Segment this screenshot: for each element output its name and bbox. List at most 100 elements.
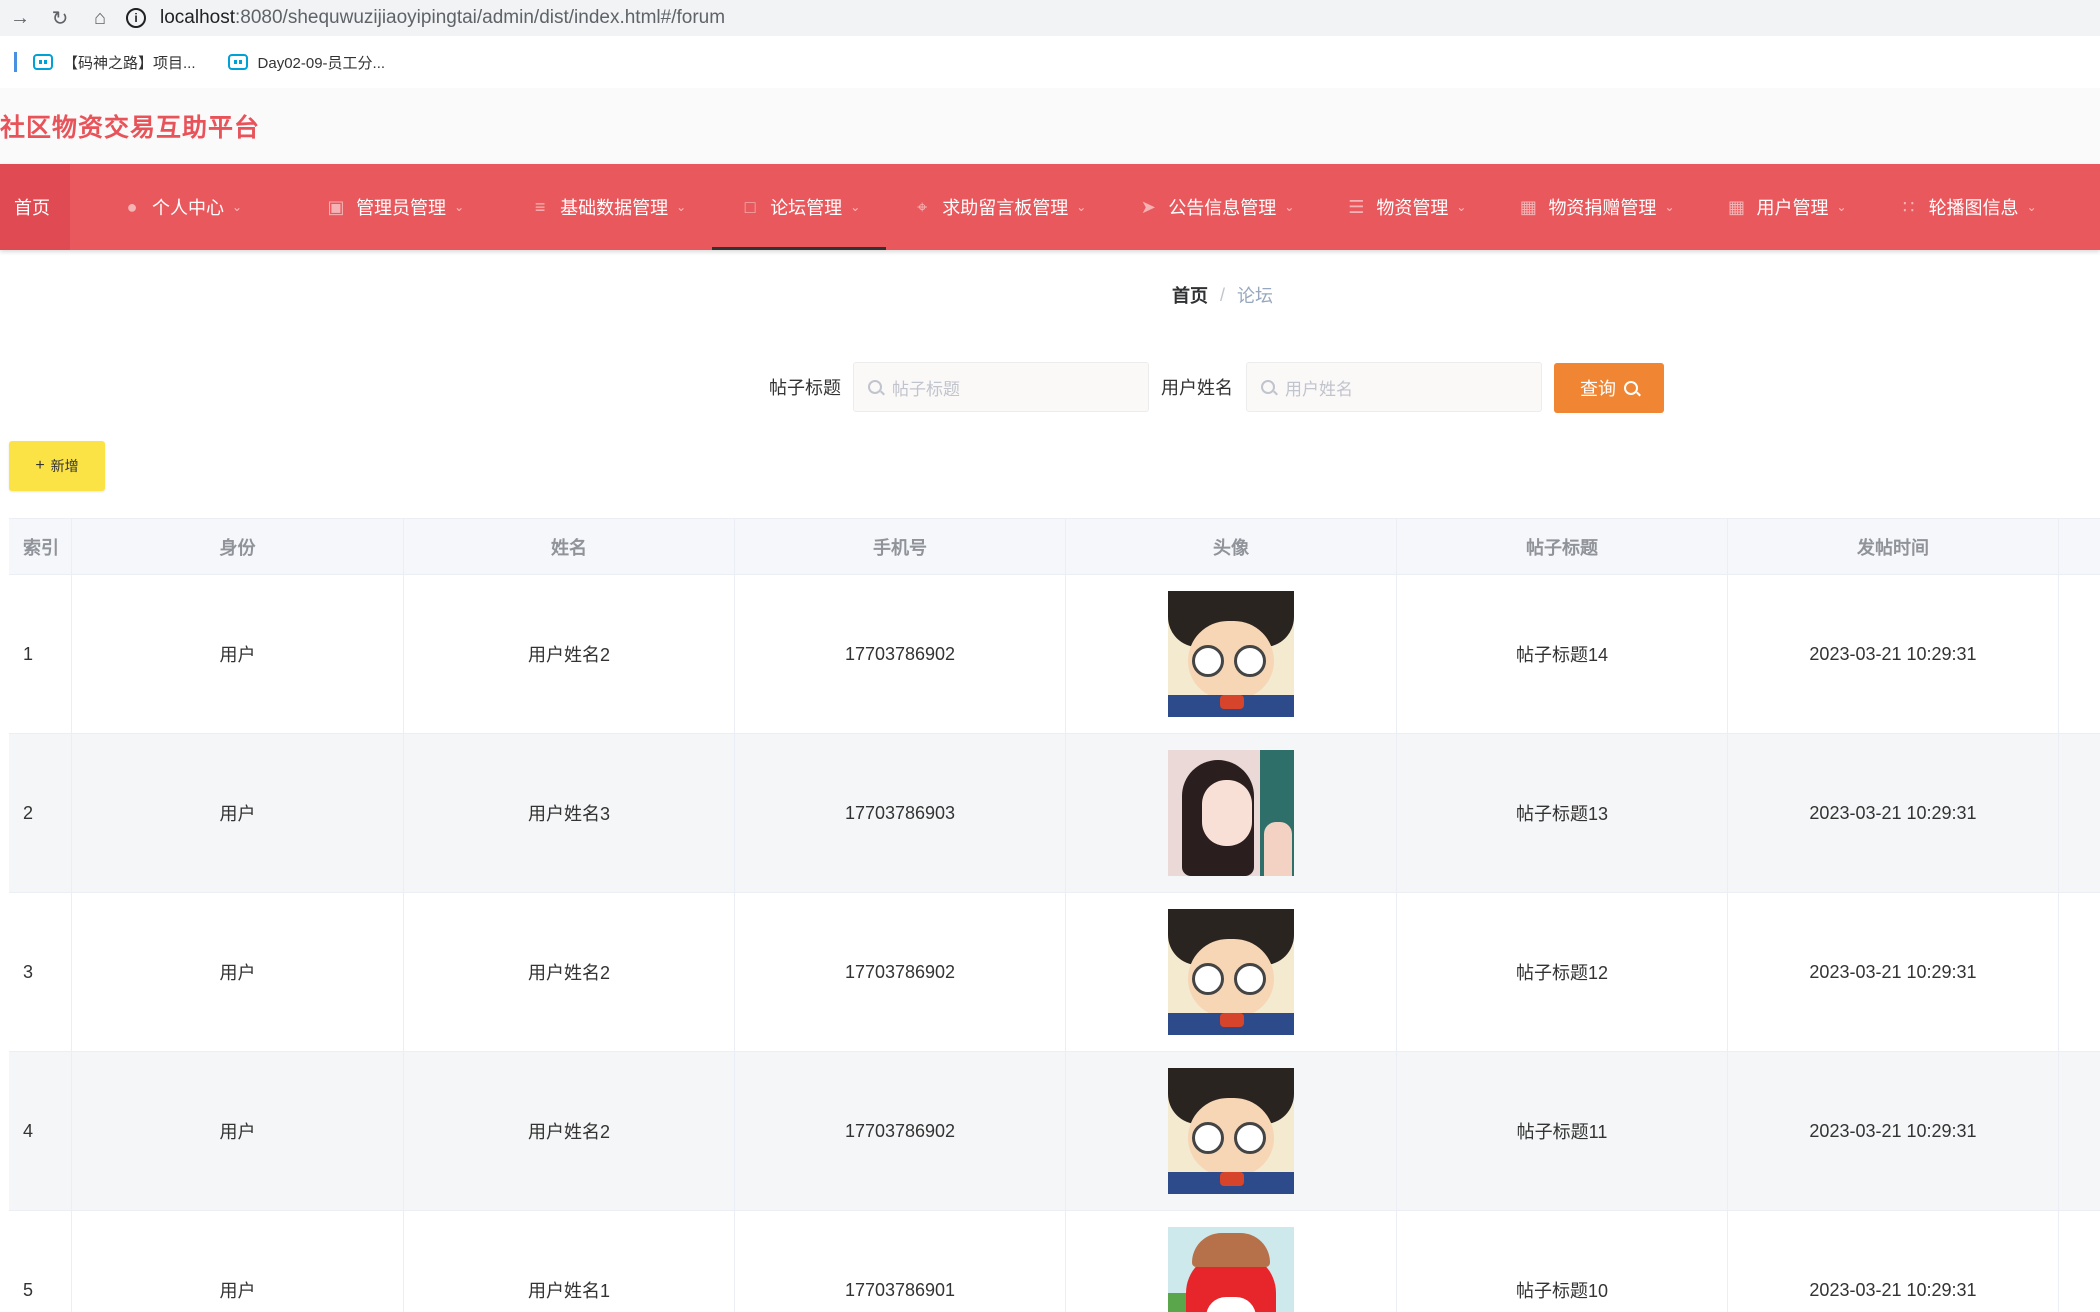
bookmark-item[interactable]: 【码神之路】项目... bbox=[33, 52, 196, 73]
search-icon bbox=[1624, 381, 1638, 395]
nav-label: 轮播图信息 bbox=[1928, 198, 2019, 218]
cell-name: 用户姓名2 bbox=[404, 1052, 735, 1210]
nav-label: 公告信息管理 bbox=[1168, 198, 1277, 218]
avatar[interactable] bbox=[1168, 591, 1294, 717]
table-row[interactable]: 2 用户 用户姓名3 17703786903 帖子标题13 2023-03-21… bbox=[9, 734, 2100, 893]
app-header: 社区物资交易互助平台 bbox=[0, 88, 2100, 164]
bookmarks-bar: 【码神之路】项目... Day02-09-员工分... bbox=[0, 36, 2100, 88]
column-header: 头像 bbox=[1066, 519, 1397, 574]
avatar[interactable] bbox=[1168, 909, 1294, 1035]
crop-icon: ⌖ bbox=[917, 196, 928, 217]
chevron-down-icon: ⌄ bbox=[1456, 200, 1467, 214]
column-header: 帖子标题 bbox=[1397, 519, 1728, 574]
cell-post-title: 帖子标题11 bbox=[1397, 1052, 1728, 1210]
column-header: 发帖时间 bbox=[1728, 519, 2059, 574]
search-button[interactable]: 查询 bbox=[1554, 363, 1664, 413]
nav-item-home[interactable]: 首页 bbox=[0, 164, 70, 250]
bookmark-item[interactable]: Day02-09-员工分... bbox=[227, 52, 386, 73]
chevron-down-icon: ⌄ bbox=[2026, 200, 2037, 214]
cell-avatar bbox=[1066, 1052, 1397, 1210]
cell-index: 1 bbox=[9, 575, 72, 733]
nav-item-help-board[interactable]: ⌖ 求助留言板管理 ⌄ bbox=[886, 164, 1112, 250]
cell-role: 用户 bbox=[72, 734, 404, 892]
breadcrumb: 首页 / 论坛 bbox=[1172, 282, 1273, 308]
breadcrumb-current: 论坛 bbox=[1237, 286, 1274, 306]
grid-icon: ▦ bbox=[1727, 196, 1745, 217]
reload-icon[interactable]: ↻ bbox=[40, 0, 80, 36]
nav-item-forum[interactable]: □ 论坛管理 ⌄ bbox=[712, 164, 887, 250]
cell-extra bbox=[2059, 1211, 2100, 1312]
nav-item-carousel[interactable]: ∷ 轮播图信息 ⌄ bbox=[1873, 164, 2063, 250]
chevron-down-icon: ⌄ bbox=[1076, 200, 1087, 214]
table-header-row: 索引 身份 姓名 手机号 头像 帖子标题 发帖时间 bbox=[9, 519, 2100, 575]
table-row[interactable]: 4 用户 用户姓名2 17703786902 帖子标题11 2023-03-21… bbox=[9, 1052, 2100, 1211]
site-info-icon[interactable]: i bbox=[126, 8, 146, 28]
column-header: 手机号 bbox=[735, 519, 1066, 574]
table-row[interactable]: 5 用户 用户姓名1 17703786901 帖子标题10 2023-03-21… bbox=[9, 1211, 2100, 1312]
avatar[interactable] bbox=[1168, 750, 1294, 876]
nav-label: 论坛管理 bbox=[770, 198, 843, 218]
bilibili-icon bbox=[227, 54, 248, 70]
nav-item-basic-data[interactable]: ≡ 基础数据管理 ⌄ bbox=[490, 164, 712, 250]
chevron-down-icon: ⌄ bbox=[676, 200, 687, 214]
nav-item-donations[interactable]: ▦ 物资捐赠管理 ⌄ bbox=[1492, 164, 1700, 250]
title-search-placeholder: 帖子标题 bbox=[892, 379, 960, 399]
nav-item-admin-management[interactable]: ▣ 管理员管理 ⌄ bbox=[268, 164, 490, 250]
bookmark-label: Day02-09-员工分... bbox=[257, 54, 386, 72]
monitor-icon: ▣ bbox=[327, 196, 345, 217]
chevron-down-icon: ⌄ bbox=[1836, 200, 1847, 214]
url-field[interactable]: i localhost:8080/shequwuzijiaoyipingtai/… bbox=[126, 3, 2100, 33]
chat-icon: □ bbox=[744, 196, 756, 217]
table-row[interactable]: 3 用户 用户姓名2 17703786902 帖子标题12 2023-03-21… bbox=[9, 893, 2100, 1052]
cell-index: 3 bbox=[9, 893, 72, 1051]
name-search-input[interactable]: 用户姓名 bbox=[1246, 362, 1542, 412]
nav-label: 用户管理 bbox=[1756, 198, 1829, 218]
cell-avatar bbox=[1066, 575, 1397, 733]
search-button-label: 查询 bbox=[1580, 379, 1616, 399]
cell-name: 用户姓名3 bbox=[404, 734, 735, 892]
cell-index: 5 bbox=[9, 1211, 72, 1312]
nav-item-materials[interactable]: ☰ 物资管理 ⌄ bbox=[1320, 164, 1492, 250]
home-icon[interactable]: ⌂ bbox=[80, 0, 120, 36]
bilibili-icon bbox=[33, 54, 53, 70]
url-host: localhost bbox=[160, 7, 235, 28]
nav-label: 求助留言板管理 bbox=[942, 198, 1069, 218]
title-search-input[interactable]: 帖子标题 bbox=[853, 362, 1149, 412]
cell-index: 2 bbox=[9, 734, 72, 892]
cell-role: 用户 bbox=[72, 893, 404, 1051]
add-button[interactable]: + 新增 bbox=[9, 441, 105, 491]
cell-extra bbox=[2059, 734, 2100, 892]
user-icon: ● bbox=[126, 196, 138, 217]
nav-item-personal-center[interactable]: ● 个人中心 ⌄ bbox=[70, 164, 268, 250]
cell-name: 用户姓名2 bbox=[404, 893, 735, 1051]
cell-phone: 17703786901 bbox=[735, 1211, 1066, 1312]
plus-icon: + bbox=[35, 457, 45, 474]
name-search-placeholder: 用户姓名 bbox=[1285, 379, 1353, 399]
nav-label: 首页 bbox=[14, 198, 50, 218]
cell-role: 用户 bbox=[72, 575, 404, 733]
cell-role: 用户 bbox=[72, 1052, 404, 1210]
nav-label: 基础数据管理 bbox=[560, 198, 669, 218]
apps-icon: ∷ bbox=[1902, 196, 1915, 217]
cell-post-title: 帖子标题12 bbox=[1397, 893, 1728, 1051]
avatar[interactable] bbox=[1168, 1227, 1294, 1312]
nav-label: 个人中心 bbox=[152, 198, 224, 218]
table-row[interactable]: 1 用户 用户姓名2 17703786902 帖子标题14 2023-03-21… bbox=[9, 575, 2100, 734]
cell-extra bbox=[2059, 1052, 2100, 1210]
nav-item-users[interactable]: ▦ 用户管理 ⌄ bbox=[1701, 164, 1873, 250]
column-header: 身份 bbox=[72, 519, 404, 574]
bookmark-label: 【码神之路】项目... bbox=[63, 54, 196, 72]
cell-phone: 17703786903 bbox=[735, 734, 1066, 892]
url-path: :8080/shequwuzijiaoyipingtai/admin/dist/… bbox=[235, 7, 726, 28]
forward-icon[interactable]: → bbox=[0, 0, 40, 36]
cell-post-title: 帖子标题14 bbox=[1397, 575, 1728, 733]
cell-post-time: 2023-03-21 10:29:31 bbox=[1728, 575, 2059, 733]
avatar[interactable] bbox=[1168, 1068, 1294, 1194]
cell-post-title: 帖子标题13 bbox=[1397, 734, 1728, 892]
bookmarks-separator bbox=[14, 52, 17, 72]
picture-icon: ▦ bbox=[1519, 196, 1537, 217]
nav-item-announcements[interactable]: ➤ 公告信息管理 ⌄ bbox=[1112, 164, 1320, 250]
send-icon: ➤ bbox=[1140, 196, 1156, 217]
cell-role: 用户 bbox=[72, 1211, 404, 1312]
breadcrumb-home[interactable]: 首页 bbox=[1172, 282, 1208, 308]
